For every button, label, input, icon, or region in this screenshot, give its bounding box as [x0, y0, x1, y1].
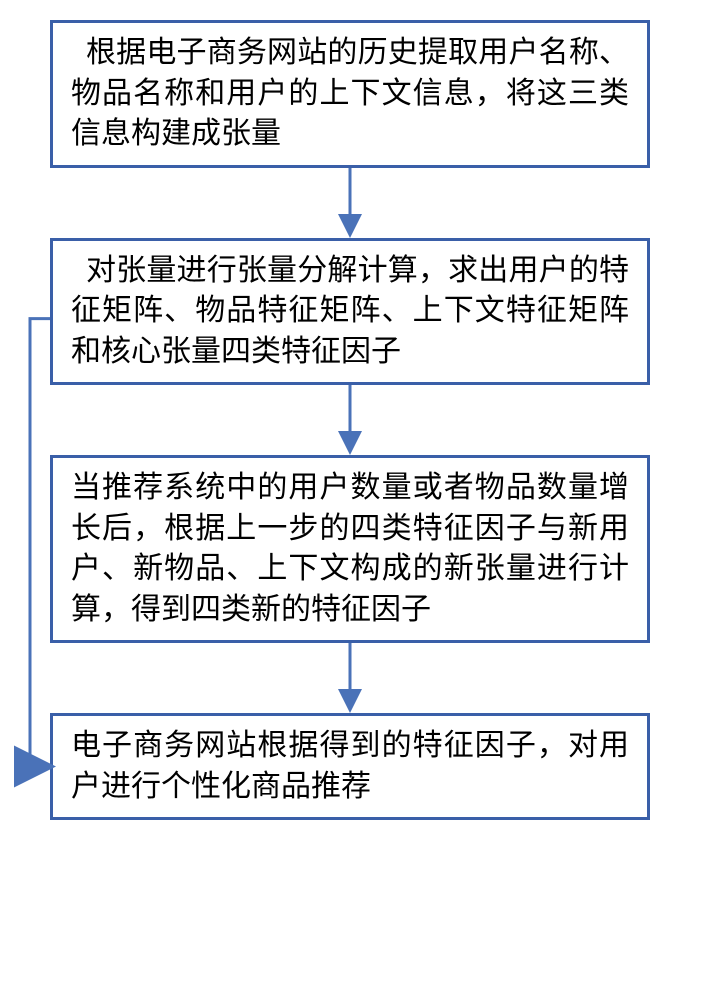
flowchart-container: 根据电子商务网站的历史提取用户名称、物品名称和用户的上下文信息，将这三类信息构建…	[50, 20, 650, 820]
arrow-step3-to-step4	[50, 643, 650, 713]
arrow-step2-to-step3	[50, 385, 650, 455]
flow-step-4-text: 电子商务网站根据得到的特征因子，对用户进行个性化商品推荐	[71, 729, 629, 803]
arrow-step1-to-step2	[50, 168, 650, 238]
flow-step-3-text: 当推荐系统中的用户数量或者物品数量增长后，根据上一步的四类特征因子与新用户、新物…	[71, 471, 629, 626]
flow-step-4: 电子商务网站根据得到的特征因子，对用户进行个性化商品推荐	[50, 713, 650, 820]
flow-step-2: 对张量进行张量分解计算，求出用户的特征矩阵、物品特征矩阵、上下文特征矩阵和核心张…	[50, 238, 650, 386]
flow-step-3: 当推荐系统中的用户数量或者物品数量增长后，根据上一步的四类特征因子与新用户、新物…	[50, 455, 650, 643]
flow-step-1: 根据电子商务网站的历史提取用户名称、物品名称和用户的上下文信息，将这三类信息构建…	[50, 20, 650, 168]
flow-step-2-text: 对张量进行张量分解计算，求出用户的特征矩阵、物品特征矩阵、上下文特征矩阵和核心张…	[71, 254, 629, 368]
flow-step-1-text: 根据电子商务网站的历史提取用户名称、物品名称和用户的上下文信息，将这三类信息构建…	[71, 36, 629, 150]
